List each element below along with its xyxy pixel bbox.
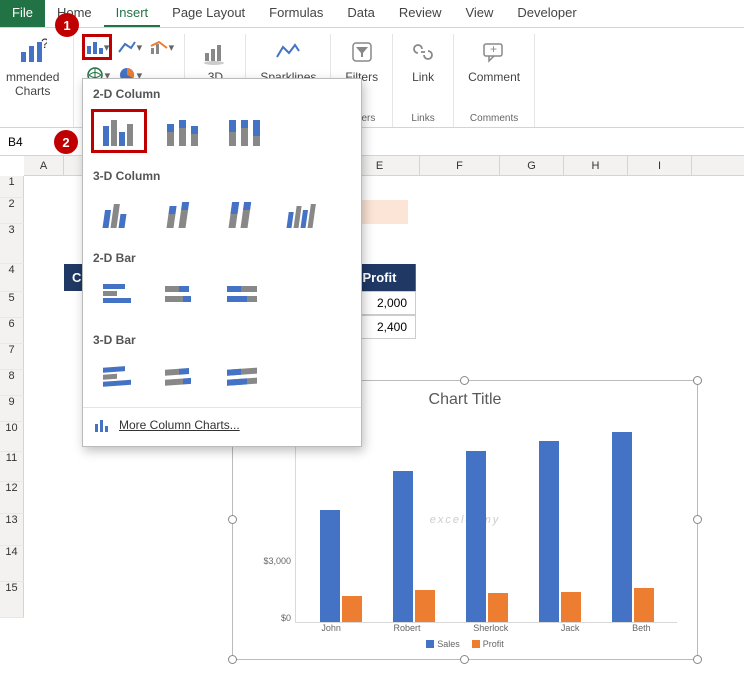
group-recommended: ? mmended Charts xyxy=(0,34,74,127)
recommended-charts-button[interactable]: ? mmended Charts xyxy=(0,34,65,101)
svg-text:+: + xyxy=(490,42,497,56)
col-a[interactable]: A xyxy=(24,156,64,175)
stacked-column-option[interactable] xyxy=(153,109,209,153)
more-column-charts-button[interactable]: More Column Charts... xyxy=(83,407,361,442)
stacked-bar-option[interactable] xyxy=(153,273,209,317)
group-links: Link Links xyxy=(393,34,454,127)
callout-marker-2: 2 xyxy=(54,130,78,154)
bar-sales[interactable] xyxy=(466,451,486,622)
bar-profit[interactable] xyxy=(634,588,654,622)
chart-legend: Sales Profit xyxy=(233,633,697,649)
3d-stacked-column-option[interactable] xyxy=(153,191,209,235)
insert-line-chart-button[interactable]: ▾ xyxy=(114,34,144,60)
3d-clustered-column-option[interactable] xyxy=(91,191,147,235)
ribbon-tabs: File Home Insert Page Layout Formulas Da… xyxy=(0,0,744,28)
section-3d-bar: 3-D Bar xyxy=(83,325,361,351)
row-15[interactable]: 15 xyxy=(0,582,24,618)
column-chart-icon xyxy=(93,416,111,434)
clustered-column-option[interactable] xyxy=(91,109,147,153)
bar-sales[interactable] xyxy=(393,471,413,622)
3d-stacked-bar-option[interactable] xyxy=(153,355,209,399)
group-comments: + Comment Comments xyxy=(454,34,535,127)
bar-group-jack xyxy=(539,441,581,622)
bar-profit[interactable] xyxy=(561,592,581,622)
link-button[interactable]: Link xyxy=(401,34,445,86)
filters-icon xyxy=(346,36,378,68)
tab-formulas[interactable]: Formulas xyxy=(257,0,335,27)
tab-insert[interactable]: Insert xyxy=(104,0,161,27)
clustered-bar-option[interactable] xyxy=(91,273,147,317)
row-12[interactable]: 12 xyxy=(0,482,24,514)
resize-handle[interactable] xyxy=(693,376,702,385)
row-9[interactable]: 9 xyxy=(0,396,24,422)
links-label: Links xyxy=(411,113,434,127)
comments-label: Comments xyxy=(470,113,518,127)
sparklines-icon xyxy=(272,36,304,68)
section-3d-column: 3-D Column xyxy=(83,161,361,187)
col-i[interactable]: I xyxy=(628,156,692,175)
header-col1: C xyxy=(64,264,84,291)
bar-group-john xyxy=(320,510,362,622)
row-11[interactable]: 11 xyxy=(0,452,24,482)
tab-file[interactable]: File xyxy=(0,0,45,27)
col-g[interactable]: G xyxy=(500,156,564,175)
bar-profit[interactable] xyxy=(415,590,435,622)
tab-review[interactable]: Review xyxy=(387,0,454,27)
row-14[interactable]: 14 xyxy=(0,546,24,582)
stacked100-column-option[interactable] xyxy=(215,109,271,153)
comment-button[interactable]: + Comment xyxy=(462,34,526,86)
stacked100-bar-option[interactable] xyxy=(215,273,271,317)
resize-handle[interactable] xyxy=(460,655,469,664)
row-13[interactable]: 13 xyxy=(0,514,24,546)
section-2d-column: 2-D Column xyxy=(83,79,361,105)
svg-text:?: ? xyxy=(41,38,47,51)
data-table: C xyxy=(64,264,84,291)
col-h[interactable]: H xyxy=(564,156,628,175)
callout-marker-1: 1 xyxy=(55,13,79,37)
x-axis-labels: John Robert Sherlock Jack Beth xyxy=(295,623,677,633)
tab-data[interactable]: Data xyxy=(335,0,386,27)
comment-icon: + xyxy=(478,36,510,68)
resize-handle[interactable] xyxy=(460,376,469,385)
tab-pagelayout[interactable]: Page Layout xyxy=(160,0,257,27)
3d-stacked100-column-option[interactable] xyxy=(215,191,271,235)
row-1[interactable]: 1 xyxy=(0,176,24,198)
resize-handle[interactable] xyxy=(693,655,702,664)
bar-sales[interactable] xyxy=(612,432,632,622)
bar-group-sherlock xyxy=(466,451,508,622)
row-7[interactable]: 7 xyxy=(0,344,24,370)
col-f[interactable]: F xyxy=(420,156,500,175)
row-headers: 1 2 3 4 5 6 7 8 9 10 11 12 13 14 15 xyxy=(0,176,24,618)
tab-developer[interactable]: Developer xyxy=(505,0,588,27)
insert-column-chart-button[interactable]: ▾ xyxy=(82,34,112,60)
insert-combo-chart-button[interactable]: ▾ xyxy=(146,34,176,60)
chart-type-dropdown: 2-D Column 3-D Column 2-D Bar 3-D Bar Mo… xyxy=(82,78,362,447)
row-4[interactable]: 4 xyxy=(0,264,24,292)
bar-sales[interactable] xyxy=(320,510,340,622)
row-10[interactable]: 10 xyxy=(0,422,24,452)
bar-profit[interactable] xyxy=(342,596,362,622)
3d-map-icon xyxy=(199,36,231,68)
bar-group-beth xyxy=(612,432,654,622)
row-5[interactable]: 5 xyxy=(0,292,24,318)
row-3[interactable]: 3 xyxy=(0,224,24,264)
resize-handle[interactable] xyxy=(693,515,702,524)
recommended-charts-icon: ? xyxy=(17,36,49,68)
bar-group-robert xyxy=(393,471,435,622)
row-6[interactable]: 6 xyxy=(0,318,24,344)
section-2d-bar: 2-D Bar xyxy=(83,243,361,269)
3d-clustered-bar-option[interactable] xyxy=(91,355,147,399)
row-8[interactable]: 8 xyxy=(0,370,24,396)
link-icon xyxy=(407,36,439,68)
3d-column-option[interactable] xyxy=(277,191,333,235)
resize-handle[interactable] xyxy=(228,515,237,524)
3d-stacked100-bar-option[interactable] xyxy=(215,355,271,399)
tab-view[interactable]: View xyxy=(453,0,505,27)
resize-handle[interactable] xyxy=(228,655,237,664)
bar-profit[interactable] xyxy=(488,593,508,622)
bar-sales[interactable] xyxy=(539,441,559,622)
row-2[interactable]: 2 xyxy=(0,198,24,224)
